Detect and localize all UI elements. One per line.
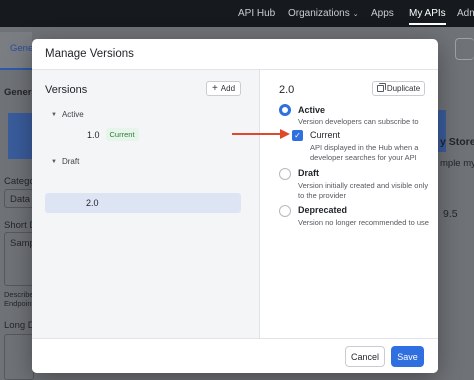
status-draft-label: Draft	[298, 168, 320, 178]
background-endpoint-text: Endpoint	[4, 299, 34, 308]
check-icon: ✓	[294, 131, 301, 140]
nav-my-apis[interactable]: My APIs	[409, 0, 446, 27]
current-checkbox[interactable]: ✓	[292, 130, 303, 141]
version-title: 2.0	[279, 84, 295, 96]
status-active-description: Version developers can subscribe to	[298, 117, 419, 126]
add-version-button[interactable]: + Add	[206, 81, 241, 96]
background-side-button	[455, 38, 474, 60]
status-deprecated-radio[interactable]	[279, 205, 291, 217]
background-sample-text: mple my	[440, 158, 474, 169]
version-row-1-0[interactable]: 1.0 Current	[87, 128, 139, 141]
background-rating: 9.5	[443, 208, 458, 220]
current-badge: Current	[105, 128, 139, 141]
top-navbar	[0, 0, 474, 27]
background-tab-label: Gene	[10, 43, 34, 54]
nav-organizations[interactable]: Organizations ⌄	[288, 0, 359, 27]
status-active-label: Active	[298, 105, 326, 115]
status-draft-radio[interactable]	[279, 168, 291, 180]
cancel-button[interactable]: Cancel	[345, 346, 385, 367]
status-deprecated-description: Version no longer recommended to use	[298, 218, 429, 227]
annotation-arrow-icon	[232, 129, 290, 139]
status-deprecated-label: Deprecated	[298, 205, 348, 215]
versions-title: Versions	[45, 84, 88, 96]
status-draft-description: Version initially created and visible on…	[298, 181, 429, 200]
group-draft[interactable]: ▼ Draft	[51, 157, 79, 166]
nav-admin[interactable]: Adm	[457, 0, 474, 27]
modal-header: Manage Versions	[32, 39, 438, 70]
copy-icon	[376, 85, 384, 92]
chevron-down-icon: ▼	[51, 111, 57, 118]
background-describe-text: Describe	[4, 290, 34, 299]
current-checkbox-description: API displayed in the Hub when a develope…	[310, 143, 419, 162]
duplicate-button[interactable]: Duplicate	[372, 81, 425, 96]
version-row-2-0[interactable]: 2.0	[45, 193, 241, 213]
group-active[interactable]: ▼ Active	[51, 110, 84, 119]
background-category-label: Catego	[4, 176, 35, 187]
versions-pane: Versions + Add ▼ Active 1.0 Current ▼ Dr…	[32, 70, 260, 338]
plus-icon: +	[211, 82, 218, 94]
status-active-radio[interactable]	[279, 104, 291, 116]
current-checkbox-label: Current	[310, 130, 341, 140]
modal-footer: Cancel Save	[32, 338, 438, 373]
manage-versions-modal: Manage Versions Versions + Add ▼ Active …	[32, 39, 438, 373]
background-category-value: Data	[10, 194, 31, 205]
background-api-logo	[8, 113, 32, 159]
save-button[interactable]: Save	[391, 346, 424, 367]
version-details-pane: 2.0 Duplicate Active Version developers …	[261, 70, 438, 338]
background-long-desc-field	[4, 334, 34, 380]
chevron-down-icon: ▼	[51, 158, 57, 165]
chevron-down-icon: ⌄	[352, 10, 359, 18]
nav-api-hub[interactable]: API Hub	[238, 0, 275, 27]
background-store-text: y Store	[440, 136, 474, 148]
nav-apps[interactable]: Apps	[371, 0, 394, 27]
modal-title: Manage Versions	[45, 48, 134, 60]
